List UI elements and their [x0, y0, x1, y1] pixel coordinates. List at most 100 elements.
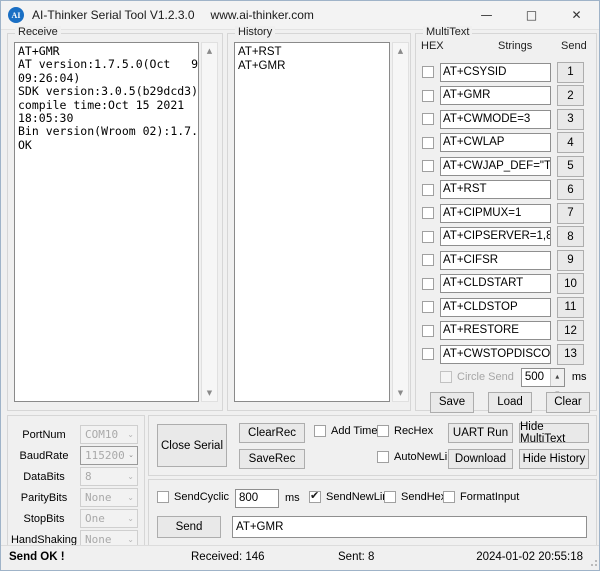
resize-grip-icon[interactable] [588, 557, 598, 567]
multitext-send-button[interactable]: 11 [557, 297, 584, 318]
auto-newline-checkbox[interactable] [377, 451, 389, 463]
scroll-down-icon[interactable]: ▼ [202, 386, 217, 400]
multitext-hex-checkbox[interactable] [422, 160, 434, 172]
hide-history-button[interactable]: Hide History [519, 449, 589, 469]
hide-multitext-button[interactable]: Hide MultiText [519, 423, 589, 443]
multitext-hex-checkbox[interactable] [422, 325, 434, 337]
rec-hex-control[interactable]: RecHex [377, 425, 433, 437]
multitext-hex-checkbox[interactable] [422, 278, 434, 290]
multitext-send-button[interactable]: 1 [557, 62, 584, 83]
multitext-command-input[interactable]: AT+CIPSERVER=1,80 [440, 227, 551, 246]
multitext-command-input[interactable]: AT+CLDSTART [440, 274, 551, 293]
multitext-command-input[interactable]: AT+GMR [440, 86, 551, 105]
multitext-command-input[interactable]: AT+CWJAP_DEF="TP-Link [440, 157, 551, 176]
send-cyclic-checkbox[interactable] [157, 491, 169, 503]
uart-run-button[interactable]: UART Run [448, 423, 513, 443]
receive-textarea[interactable]: AT+GMR AT version:1.7.5.0(Oct 9 2021 09:… [14, 42, 199, 402]
circle-send-interval-input[interactable]: 500 ▲ ▼ [521, 368, 565, 387]
multitext-command-input[interactable]: AT+RST [440, 180, 551, 199]
scroll-up-icon[interactable]: ▲ [202, 44, 217, 58]
multitext-send-button[interactable]: 2 [557, 85, 584, 106]
multitext-command-input[interactable]: AT+CWMODE=3 [440, 110, 551, 129]
multitext-hex-checkbox[interactable] [422, 207, 434, 219]
circle-send-interval-value: 500 [525, 371, 544, 383]
multitext-hex-checkbox[interactable] [422, 113, 434, 125]
status-message: Send OK ! [9, 551, 65, 563]
minimize-icon[interactable]: — [464, 1, 509, 29]
chevron-down-icon[interactable]: ⌄ [127, 468, 134, 485]
chevron-down-icon[interactable]: ⌄ [127, 426, 134, 443]
multitext-hex-checkbox[interactable] [422, 254, 434, 266]
serial-setting-value: One [85, 512, 105, 525]
close-serial-button[interactable]: Close Serial [157, 424, 227, 467]
multitext-send-button[interactable]: 4 [557, 132, 584, 153]
multitext-hex-checkbox[interactable] [422, 66, 434, 78]
save-rec-button[interactable]: SaveRec [239, 449, 305, 469]
multitext-hex-checkbox[interactable] [422, 301, 434, 313]
multitext-command-input[interactable]: AT+CSYSID [440, 63, 551, 82]
multitext-command-input[interactable]: AT+CIPMUX=1 [440, 204, 551, 223]
multitext-row: AT+CIFSR 9 [416, 248, 596, 272]
scroll-up-icon[interactable]: ▲ [393, 44, 408, 58]
multitext-hex-checkbox[interactable] [422, 137, 434, 149]
circle-send-spinner[interactable]: ▲ ▼ [550, 369, 564, 386]
send-cyclic-control[interactable]: SendCyclic [157, 491, 229, 503]
send-hex-checkbox[interactable] [384, 491, 396, 503]
multitext-send-button[interactable]: 8 [557, 226, 584, 247]
serial-setting-dropdown[interactable]: One ⌄ [80, 509, 138, 528]
multitext-hex-checkbox[interactable] [422, 348, 434, 360]
spinner-up-icon[interactable]: ▲ [551, 369, 564, 386]
scroll-down-icon[interactable]: ▼ [393, 386, 408, 400]
send-newline-control[interactable]: SendNewLin [309, 491, 388, 503]
multitext-command-input[interactable]: AT+CWSTOPDISCOVER [440, 345, 551, 364]
maximize-icon[interactable]: □ [509, 1, 554, 29]
chevron-down-icon[interactable]: ⌄ [127, 489, 134, 506]
multitext-send-button[interactable]: 7 [557, 203, 584, 224]
multitext-row: AT+CWJAP_DEF="TP-Link 5 [416, 154, 596, 178]
clear-rec-button[interactable]: ClearRec [239, 423, 305, 443]
circle-send-checkbox[interactable] [440, 371, 452, 383]
add-time-checkbox[interactable] [314, 425, 326, 437]
download-button[interactable]: Download [448, 449, 513, 469]
window-controls: — □ ✕ [464, 1, 599, 29]
send-button[interactable]: Send [157, 516, 221, 538]
serial-setting-dropdown[interactable]: 115200⌄ [80, 446, 138, 465]
serial-setting-value: 8 [85, 470, 92, 483]
multitext-send-button[interactable]: 10 [557, 273, 584, 294]
send-newline-checkbox[interactable] [309, 491, 321, 503]
rec-hex-checkbox[interactable] [377, 425, 389, 437]
receive-scrollbar[interactable]: ▲ ▼ [201, 42, 218, 402]
multitext-send-button[interactable]: 3 [557, 109, 584, 130]
chevron-down-icon[interactable]: ⌄ [128, 447, 134, 464]
multitext-row: AT+RST 6 [416, 178, 596, 202]
multitext-hex-checkbox[interactable] [422, 231, 434, 243]
close-icon[interactable]: ✕ [554, 1, 599, 29]
multitext-command-input[interactable]: AT+RESTORE [440, 321, 551, 340]
format-input-control[interactable]: FormatInput [443, 491, 519, 503]
history-scrollbar[interactable]: ▲ ▼ [392, 42, 409, 402]
send-text-input[interactable]: AT+GMR [232, 516, 587, 538]
multitext-command-input[interactable]: AT+CLDSTOP [440, 298, 551, 317]
send-cyclic-interval-input[interactable]: 800 [235, 489, 279, 508]
multitext-send-button[interactable]: 5 [557, 156, 584, 177]
multitext-send-button[interactable]: 12 [557, 320, 584, 341]
multitext-command-input[interactable]: AT+CIFSR [440, 251, 551, 270]
clear-button[interactable]: Clear [546, 392, 590, 413]
serial-setting-dropdown[interactable]: COM10⌄ [80, 425, 138, 444]
multitext-send-button[interactable]: 6 [557, 179, 584, 200]
send-hex-control[interactable]: SendHex [384, 491, 446, 503]
multitext-send-button[interactable]: 13 [557, 344, 584, 365]
serial-setting-dropdown[interactable]: 8⌄ [80, 467, 138, 486]
multitext-hex-checkbox[interactable] [422, 90, 434, 102]
chevron-down-icon[interactable]: ⌄ [127, 510, 134, 527]
multitext-hex-checkbox[interactable] [422, 184, 434, 196]
load-button[interactable]: Load [488, 392, 532, 413]
serial-setting-value: 115200 [85, 449, 125, 462]
multitext-command-input[interactable]: AT+CWLAP [440, 133, 551, 152]
add-time-control[interactable]: Add Time [314, 425, 377, 437]
save-button[interactable]: Save [430, 392, 474, 413]
multitext-send-button[interactable]: 9 [557, 250, 584, 271]
format-input-checkbox[interactable] [443, 491, 455, 503]
history-textarea[interactable]: AT+RST AT+GMR [234, 42, 390, 402]
serial-setting-dropdown[interactable]: None⌄ [80, 488, 138, 507]
